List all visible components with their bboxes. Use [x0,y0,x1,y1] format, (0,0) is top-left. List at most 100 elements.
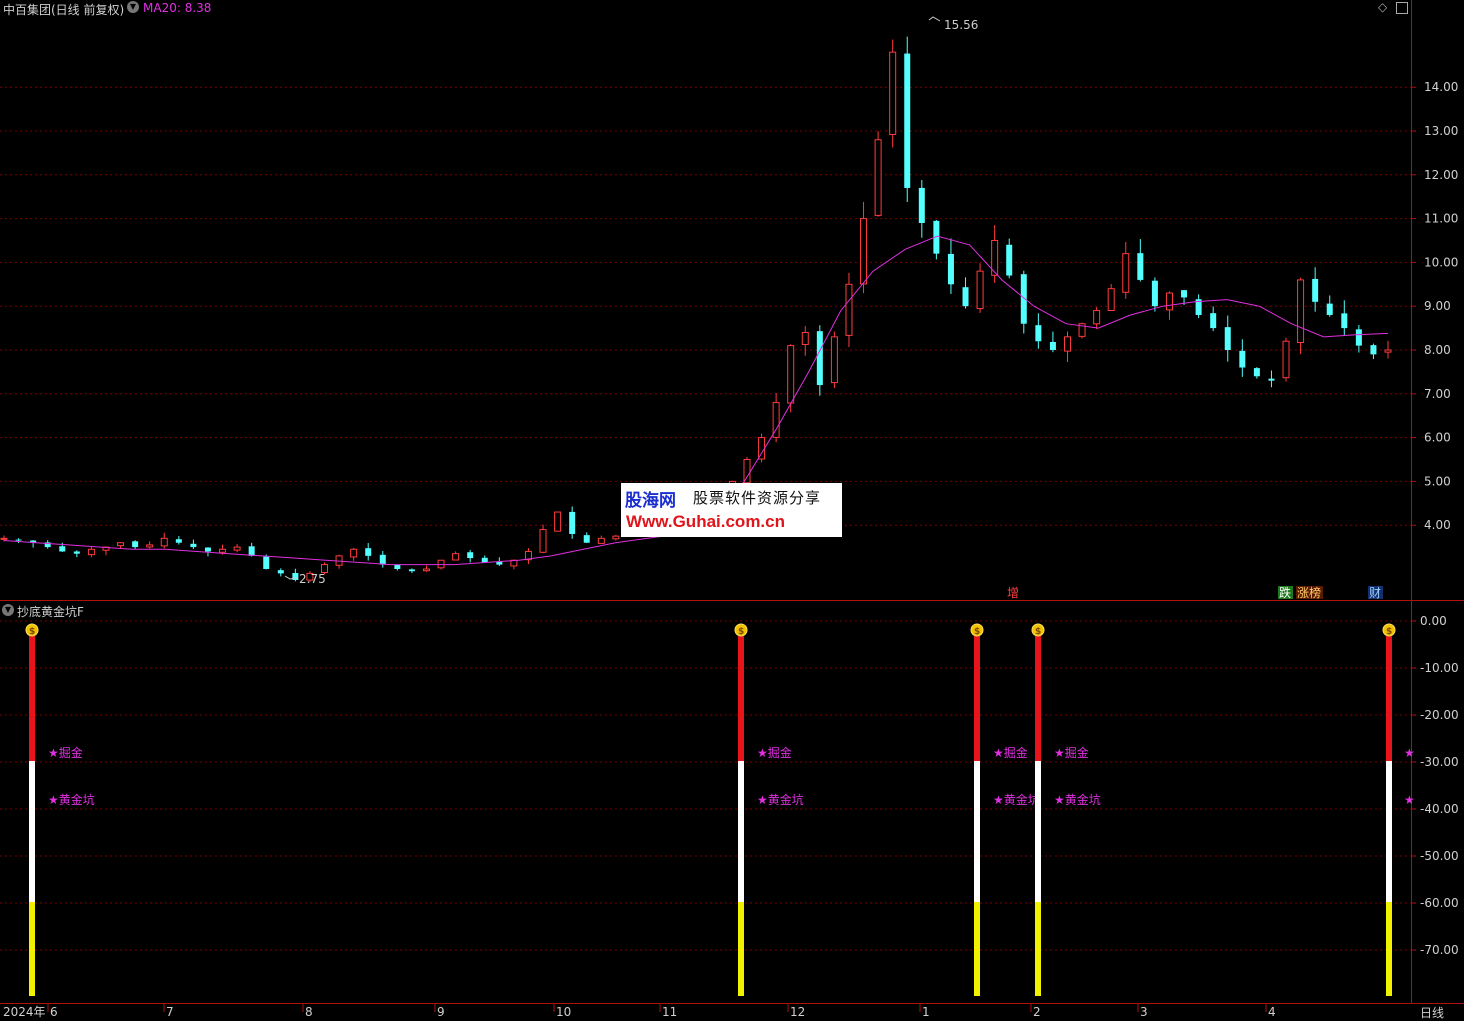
date-axis: 2024年 6 7 8 9 10 11 12 1 2 3 4 [3,1004,1276,1019]
candle-body [87,548,95,556]
price-tick-label: 11.00 [1424,212,1458,226]
signal-columns: $ ★掘金 ★黄金坑 $ ★掘金 ★黄金坑 $ ★掘金 ★黄金坑 $ ★掘金 ★黄金坑 $ ★ ★ [25,623,1415,996]
date-tick-label: 2024年 [3,1005,46,1019]
high-annotation: 15.56 [928,16,978,32]
indicator-chevron-down-icon[interactable]: ▼ [2,604,14,616]
indicator-tick-label: -20.00 [1420,708,1459,722]
candle-body [263,556,270,569]
event-markers: 增 跌 涨榜 财 [1007,585,1383,600]
signal-bar-yellow [1035,902,1041,996]
ma20-label: MA20: 8.38 [143,1,212,15]
price-tick-label: 4.00 [1424,518,1451,532]
signal-bar-yellow [1386,902,1392,996]
candle-body [554,511,562,532]
candle-body [845,283,853,336]
signal-label-dig: ★掘金 [48,745,83,760]
date-tick-label: 12 [790,1005,805,1019]
candle-body [277,570,284,574]
candle-body [1093,310,1101,325]
indicator-tick-label: -10.00 [1420,661,1459,675]
signal-label-pit: ★黄金坑 [757,792,804,807]
signal-bar-white [1386,761,1392,902]
price-axis: 14.00 13.00 12.00 11.00 10.00 9.00 8.00 7.00 6.0… [1411,80,1458,532]
candle-body [379,554,386,565]
event-marker-die: 跌 [1279,585,1291,600]
candle-body [962,287,969,307]
candle-body [1063,336,1071,352]
indicator-axis: 0.00 -10.00 -20.00 -30.00 -40.00 -50.00 -60.00… [1411,614,1459,957]
date-tick-label: 11 [662,1005,677,1019]
candle-body [365,548,372,556]
diamond-icon[interactable]: ◇ [1378,0,1387,14]
signal-label-dig: ★掘金 [1054,745,1089,760]
money-bag-symbol: $ [1386,627,1392,637]
signal-bar-yellow [974,902,980,996]
indicator-tick-label: -40.00 [1420,802,1459,816]
price-tick-label: 8.00 [1424,343,1451,357]
date-tick-label: 1 [922,1005,930,1019]
candle-body [801,331,809,345]
money-bag-symbol: $ [29,627,35,637]
date-tick-label: 4 [1268,1005,1276,1019]
signal-label-pit: ★黄金坑 [1054,792,1101,807]
signal-label-pit-partial: ★ [1404,793,1415,807]
candle-body [1253,368,1260,377]
watermark-logo: 股海网 股票软件资源分享 Www.Guhai.com.cn [621,483,842,537]
candle-body [904,53,911,188]
candle-body [1137,253,1144,280]
candle-body [1326,303,1333,315]
candle-body [452,553,460,561]
chevron-down-icon[interactable]: ▼ [127,1,139,13]
candle-body [1297,279,1305,344]
candle-body [1239,350,1246,368]
signal-label-dig: ★掘金 [993,745,1028,760]
signal-bar-red [1035,636,1041,761]
candle-body [204,547,211,552]
price-tick-label: 7.00 [1424,387,1451,401]
high-price-label: 15.56 [944,18,978,32]
candle-body [1384,349,1392,353]
indicator-tick-label: -70.00 [1420,943,1459,957]
money-bag-symbol: $ [1035,627,1041,637]
price-tick-label: 14.00 [1424,80,1458,94]
candle-body [1341,313,1348,329]
signal-bar-white [1035,761,1041,902]
candle-body [743,459,751,484]
candle-body [467,552,474,559]
candle-body [422,568,430,572]
candle-body [816,331,823,386]
candle-body [73,551,80,554]
signal-label-dig: ★掘金 [757,745,792,760]
signal-bar-red [738,636,744,761]
event-marker-zhangting: 涨榜 [1297,585,1321,600]
candle-body [569,511,576,534]
signal-bar-yellow [738,902,744,996]
date-tick-label: 3 [1140,1005,1148,1019]
candle-body [1165,292,1173,311]
candle-body [1035,325,1042,342]
signal-bar-red [29,636,35,761]
candle-body [583,535,590,543]
candle-body [1370,345,1377,355]
watermark-brand: 股海网 [625,491,676,511]
stock-title: 中百集团(日线 前复权) [3,3,125,17]
candle-body [408,569,415,572]
date-tick-label: 6 [50,1005,58,1019]
candle-body [1107,288,1115,312]
candle-body [233,546,241,551]
candle-body [117,542,125,547]
candle-body [1210,313,1217,329]
candle-body [0,537,8,540]
window-toggle-icon[interactable] [1396,2,1408,14]
indicator-grid [0,620,1411,951]
signal-bar-white [974,761,980,902]
candle-body [1268,378,1275,381]
signal-bar-red [974,636,980,761]
price-tick-label: 12.00 [1424,168,1458,182]
candle-body [1355,329,1362,346]
signal-bar-white [738,761,744,902]
candle-body [15,539,22,541]
price-tick-label: 9.00 [1424,299,1451,313]
period-button[interactable]: 日线 [1420,1004,1444,1021]
money-bag-symbol: $ [738,627,744,637]
